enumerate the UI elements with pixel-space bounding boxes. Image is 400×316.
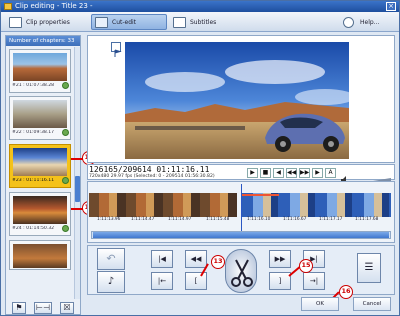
go-to-start-button[interactable]: |◀ [151,250,173,268]
speaker-icon [341,169,347,184]
undo-button[interactable]: ↶ [97,248,125,270]
cut-button[interactable] [225,249,257,293]
timeline-scroll-thumb[interactable] [93,232,389,238]
list-icon: ☰ [364,262,374,273]
chapter-thumbnail-25[interactable] [9,240,71,270]
timeline-strip-left[interactable] [89,193,237,217]
timeline-label: 1:11:13.96 [97,217,121,222]
previous-icon: ◀◀ [190,255,202,263]
rewind-icon: ◀◀ [287,169,297,176]
set-start-button[interactable]: |← [151,272,173,290]
app-icon [4,3,12,10]
document-icon [9,17,22,28]
undo-icon: ↶ [106,252,116,265]
subtitle-toggle-button[interactable]: A [325,168,336,178]
timeline-label: 1:11:17.17 [319,217,343,222]
timecode-main: 126165/209614 01:11:16.11 [89,165,210,174]
selection-marker [241,194,279,196]
check-icon [62,225,69,232]
film-icon [95,17,108,28]
tab-bar: Clip properties Cut-edit Subtitles Help.… [1,12,399,32]
subtitle-a-icon: A [328,169,333,176]
help-button[interactable]: Help... [339,14,395,30]
help-icon [343,17,354,28]
chapter-scroll-thumb[interactable] [75,176,80,202]
check-icon [62,129,69,136]
chapter-count-header: Number of chapters: 33 [6,36,80,46]
chapter-panel: Number of chapters: 33 #21 : 01:07:38.28… [5,35,81,315]
delete-chapter-button[interactable]: ☒ [60,302,74,314]
cancel-button[interactable]: Cancel [353,297,391,311]
chapter-image [13,148,67,176]
video-preview [125,42,349,159]
chapter-scrollbar[interactable] [74,47,80,299]
play-icon: ▶ [250,169,255,176]
subtitle-icon [173,17,186,28]
play-button[interactable]: ▶ [247,168,258,178]
scissors-icon [231,259,253,287]
rewind-button[interactable]: ◀◀ [286,168,297,178]
timeline-label: 1:11:16.10 [247,217,271,222]
music-note-icon: ♪ [107,276,115,287]
volume-slider[interactable] [349,170,391,185]
flag-icon: ⚑ [15,303,23,312]
cut-list-button[interactable]: ☰ [357,253,381,283]
chapter-image [13,53,67,81]
skip-start-icon: |◀ [158,255,166,263]
chapter-flag-icon[interactable] [111,42,122,57]
split-chapter-button[interactable]: ⊢⊣ [34,302,52,314]
mark-in-icon: [ [194,277,198,285]
frame-back-icon: ◀ [276,169,281,176]
timeline-label: 1:11:14.97 [168,217,192,222]
timeline-label: 1:11:17.68 [355,217,379,222]
ok-button[interactable]: OK [301,297,339,311]
chapter-thumbnail-24[interactable]: #24 : 01:14:50.32 [9,192,71,236]
frame-forward-icon: ▶ [315,169,320,176]
chapter-image [13,100,67,128]
fast-forward-icon: ▶▶ [300,169,310,176]
add-chapter-button[interactable]: ⚑ [12,302,26,314]
bracket-right-icon: →| [309,277,319,285]
next-cut-button[interactable]: ▶▶ [269,250,291,268]
chapter-thumbnail-22[interactable]: #22 : 01:09:38.17 [9,96,71,140]
previous-cut-button[interactable]: ◀◀ [185,250,207,268]
delete-icon: ☒ [63,303,71,312]
close-icon[interactable]: × [386,2,396,11]
playhead[interactable] [241,184,242,236]
stop-button[interactable]: ■ [260,168,271,178]
next-icon: ▶▶ [274,255,286,263]
tab-clip-properties[interactable]: Clip properties [5,14,75,30]
check-icon [62,177,69,184]
callout-16: 16 [339,285,353,299]
timeline-label: 1:11:14.47 [131,217,155,222]
mark-out-icon: ] [278,277,282,285]
mark-in-button[interactable]: [ [185,272,207,290]
callout-15: 15 [299,259,313,273]
timeline-label: 1:11:15.48 [206,217,230,222]
chapter-image [13,244,67,268]
chapter-thumbnail-21[interactable]: #21 : 01:07:38.28 [9,49,71,93]
frame-back-button[interactable]: ◀ [273,168,284,178]
callout-13: 13 [211,255,225,269]
check-icon [62,82,69,89]
set-end-button[interactable]: →| [303,272,325,290]
tab-cut-edit[interactable]: Cut-edit [91,14,167,30]
fast-forward-button[interactable]: ▶▶ [299,168,310,178]
title-bar: Clip editing - Title 23 - × [1,1,399,12]
bracket-left-icon: |← [157,277,167,285]
clip-editing-window: Clip editing - Title 23 - × Clip propert… [0,0,400,316]
timecode-info: 720x480 29.97 fps (Selected: 0 - 209514 … [89,174,215,179]
timeline-strip-right[interactable] [241,193,391,217]
timeline-label: 1:11:16.67 [283,217,307,222]
stop-icon: ■ [262,169,269,176]
audio-button[interactable]: ♪ [97,271,125,293]
frame-forward-button[interactable]: ▶ [312,168,323,178]
window-title: Clip editing - Title 23 - [15,2,93,10]
split-icon: ⊢⊣ [36,303,50,312]
chapter-thumbnail-23[interactable]: #23 : 01:11:16.11 [9,144,71,188]
tab-subtitles[interactable]: Subtitles [169,14,243,30]
chapter-image [13,196,67,224]
